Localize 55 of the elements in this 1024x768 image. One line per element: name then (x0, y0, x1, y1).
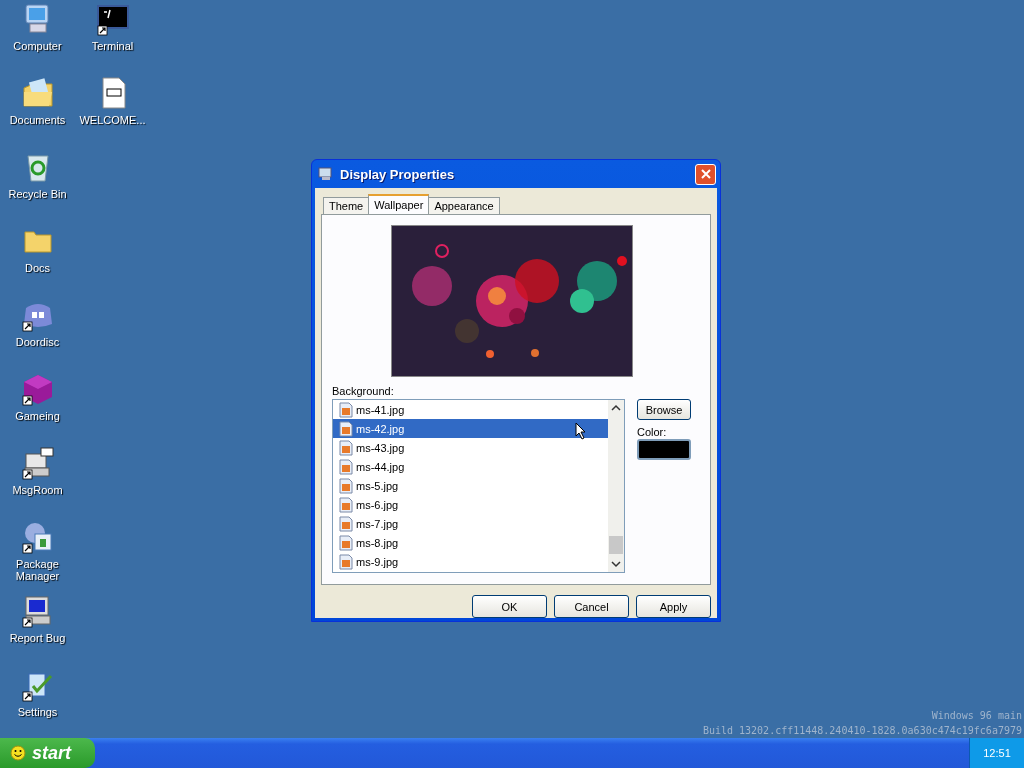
close-button[interactable] (695, 163, 716, 185)
background-label: Background: (332, 385, 395, 397)
desktop-icon-label[interactable]: Settings (0, 706, 75, 718)
color-label: Color: (637, 426, 668, 438)
desktop-icon-label[interactable]: MsgRoom (0, 484, 75, 496)
wallpaper-list-item[interactable]: ms-7.jpg (333, 514, 608, 533)
wallpaper-list-item[interactable]: ms-42.jpg (333, 419, 608, 438)
image-file-icon (339, 439, 353, 456)
desktop-icon-label[interactable]: Recycle Bin (0, 188, 75, 200)
terminal-icon[interactable] (95, 2, 130, 36)
folder-with-paper-icon[interactable] (20, 76, 55, 110)
dialog-button[interactable]: Cancel (554, 595, 629, 618)
image-file-icon (339, 477, 353, 494)
image-file-icon (339, 553, 353, 570)
desktop-icon-label[interactable]: Computer (0, 40, 75, 52)
wallpaper-list-item[interactable]: ms-43.jpg (333, 438, 608, 457)
wallpaper-list-item[interactable]: ms-8.jpg (333, 533, 608, 552)
image-file-icon (339, 401, 353, 418)
smiley-face-icon (10, 745, 26, 761)
dialog-button[interactable]: OK (472, 595, 547, 618)
wallpaper-list-item[interactable]: ms-6.jpg (333, 495, 608, 514)
color-picker-button[interactable] (637, 439, 691, 460)
wallpaper-list-item[interactable]: ms-44.jpg (333, 457, 608, 476)
image-file-icon (339, 534, 353, 551)
image-file-icon (339, 515, 353, 532)
desktop-icon-label[interactable]: Documents (0, 114, 75, 126)
desktop-icon-label[interactable]: Docs (0, 262, 75, 274)
tab[interactable]: Wallpaper (368, 194, 430, 214)
desktop-icon-label[interactable]: Terminal (75, 40, 150, 52)
build-info-text: Windows 96 main (930, 709, 1022, 723)
desktop-icon-label[interactable]: Report Bug (0, 632, 75, 644)
browse-button[interactable]: Browse (637, 399, 691, 420)
image-file-icon (339, 496, 353, 513)
monitor-icon (318, 166, 334, 182)
wallpaper-list-item[interactable]: ms-41.jpg (333, 400, 608, 419)
scrollbar-thumb[interactable] (609, 536, 623, 554)
window-title: Display Properties (340, 166, 456, 182)
tab[interactable]: Appearance (428, 197, 500, 214)
desktop-icon-label[interactable]: Gameing (0, 410, 75, 422)
dialog-button[interactable]: Apply (636, 595, 711, 618)
image-file-icon (339, 458, 353, 475)
close-icon (700, 169, 711, 179)
desktop-icon-label[interactable]: Package Manager (0, 558, 75, 582)
build-info-text: Build 13202.cff11448.240410-1828.0a630c474c19fc6a7979 (702, 724, 1022, 738)
computer-with-speech-bubble-icon[interactable] (20, 446, 55, 480)
wallpaper-list-item[interactable]: ms-5.jpg (333, 476, 608, 495)
wallpaper-list-item[interactable]: ms-9.jpg (333, 552, 608, 571)
desktop-icon-label[interactable]: WELCOME... (75, 114, 150, 126)
cube-icon[interactable] (20, 372, 55, 406)
clock: 12:51 (983, 747, 1011, 759)
tab[interactable]: Theme (323, 197, 370, 214)
vertical-scrollbar[interactable] (608, 400, 624, 572)
mouse-pointer-icon (575, 422, 587, 440)
desktop-icon-label[interactable]: Doordisc (0, 336, 75, 348)
image-file-icon (339, 420, 353, 437)
